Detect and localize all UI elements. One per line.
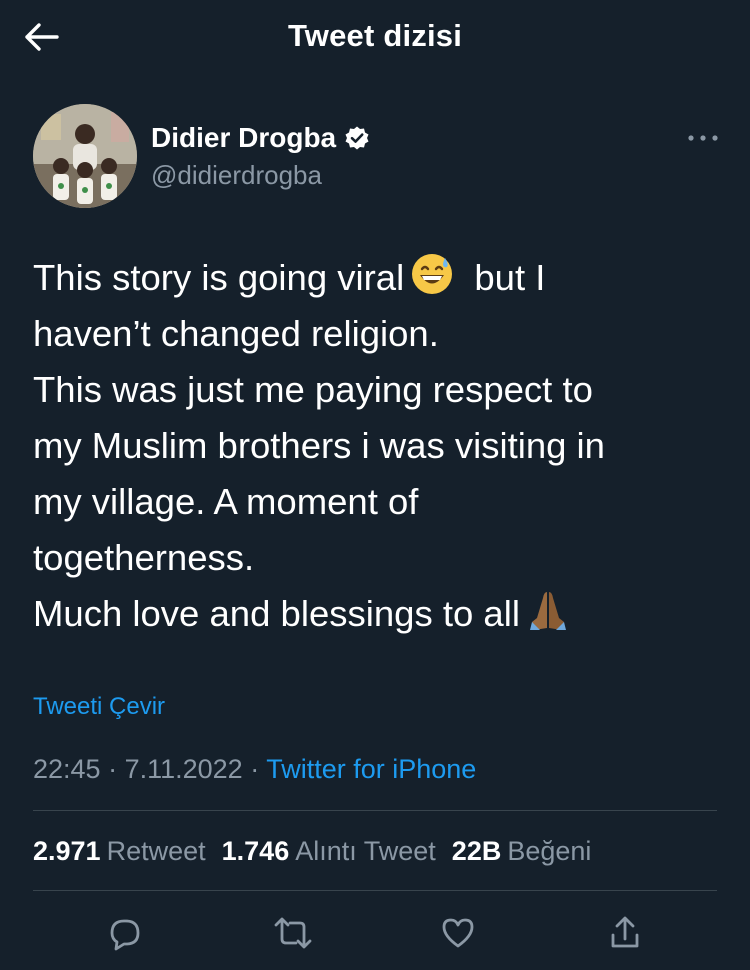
tweet-author: Didier Drogba @didierdrogba — [33, 104, 723, 210]
reply-button[interactable] — [97, 908, 151, 962]
folded-hands-emoji — [526, 588, 570, 632]
retweet-button[interactable] — [266, 908, 320, 962]
divider — [33, 890, 717, 891]
divider — [33, 810, 717, 811]
verified-badge-icon — [344, 125, 370, 151]
retweet-count[interactable]: 2.971 Retweet — [33, 836, 206, 867]
tweet-text: This story is going viral but I haven’t … — [33, 250, 723, 642]
like-icon — [438, 913, 478, 958]
tweet-actions — [0, 908, 750, 962]
page-title: Tweet dizisi — [287, 18, 463, 53]
tweet-time: 22:45 — [33, 754, 101, 784]
tweet-text-part-2: but I — [474, 257, 546, 298]
like-button[interactable] — [431, 908, 485, 962]
share-icon — [605, 913, 645, 958]
grinning-sweat-emoji — [410, 252, 454, 296]
retweet-icon — [272, 913, 314, 958]
top-bar: Tweet dizisi — [0, 0, 750, 78]
author-handle[interactable]: @didierdrogba — [151, 160, 322, 191]
author-name[interactable]: Didier Drogba — [151, 122, 370, 154]
meta-separator: · — [100, 754, 125, 784]
reply-icon — [104, 913, 144, 958]
avatar[interactable] — [33, 104, 137, 208]
stat-count: 2.971 — [33, 836, 101, 866]
more-icon — [687, 129, 719, 147]
tweet-text-part-1: This story is going viral — [33, 257, 405, 298]
tweet-date: 7.11.2022 — [124, 754, 243, 784]
more-options-button[interactable] — [683, 126, 723, 150]
meta-separator: · — [242, 754, 267, 784]
stat-label: Beğeni — [507, 836, 592, 866]
quote-tweet-count[interactable]: 1.746 Alıntı Tweet — [222, 836, 436, 867]
like-count[interactable]: 22B Beğeni — [452, 836, 592, 867]
share-button[interactable] — [598, 908, 652, 962]
tweet-meta: 22:45 · 7.11.2022 · Twitter for iPhone — [33, 754, 476, 785]
stat-count: 22B — [451, 836, 502, 866]
stat-label: Retweet — [106, 836, 206, 866]
stat-count: 1.746 — [221, 836, 290, 866]
author-name-text: Didier Drogba — [151, 122, 337, 153]
tweet-source-link[interactable]: Twitter for iPhone — [266, 754, 476, 784]
tweet-stats: 2.971 Retweet 1.746 Alıntı Tweet 22B Beğeni — [33, 836, 591, 867]
tweet-text-part-3: haven’t changed religion. This was just … — [33, 313, 605, 634]
translate-tweet-link[interactable]: Tweeti Çevir — [33, 693, 165, 721]
stat-label: Alıntı Tweet — [295, 836, 436, 866]
